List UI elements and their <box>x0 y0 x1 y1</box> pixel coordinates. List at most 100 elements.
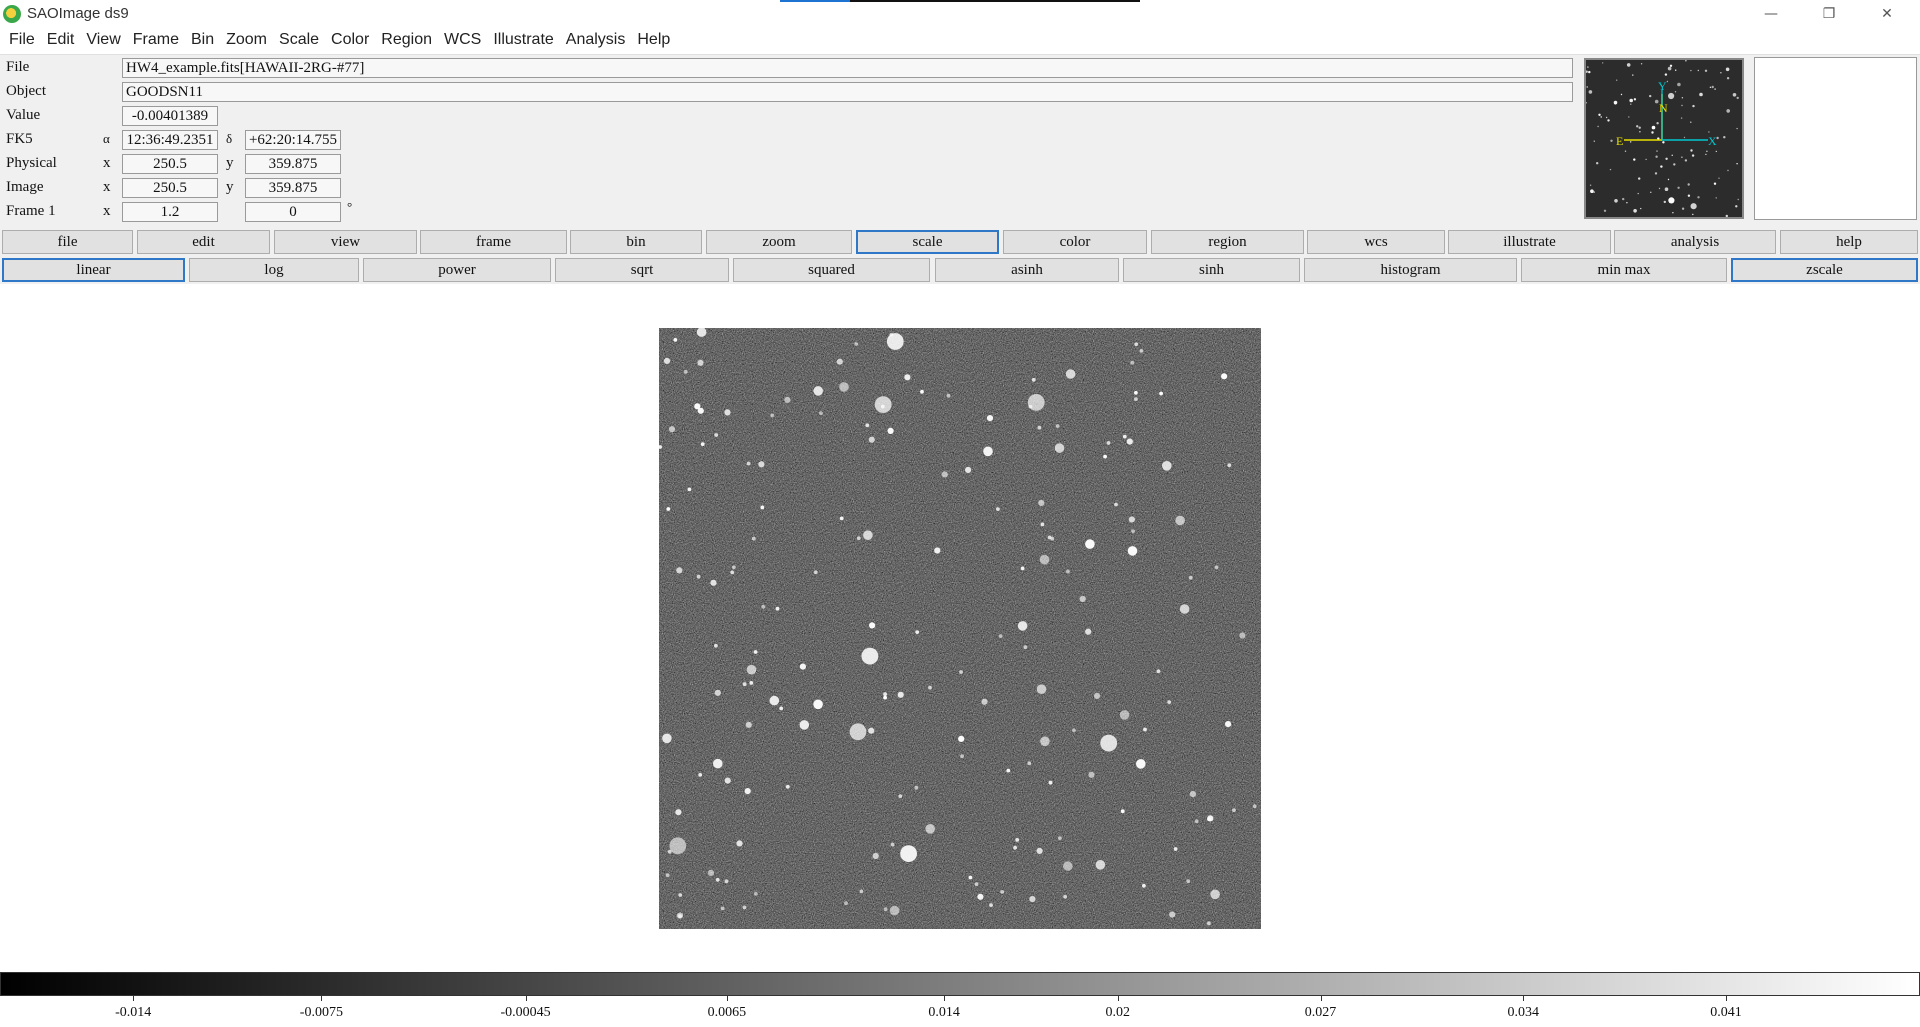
menu-bin[interactable]: Bin <box>186 29 221 53</box>
colorbar-tick <box>1726 996 1727 1001</box>
file-label: File <box>6 59 30 75</box>
colorbar-tick-label: -0.0075 <box>299 1005 343 1020</box>
compass-north-label: N <box>1659 101 1668 115</box>
btn-analysis[interactable]: analysis <box>1614 230 1776 254</box>
colorbar-tick <box>726 996 728 1001</box>
menu-help[interactable]: Help <box>632 29 677 53</box>
btn-view[interactable]: view <box>274 230 417 254</box>
colorbar-tick-label: -0.014 <box>115 1005 152 1020</box>
fits-image[interactable] <box>659 328 1261 929</box>
minimize-icon[interactable]: — <box>1742 0 1800 28</box>
fk5-label: FK5 <box>6 131 33 147</box>
ds9-app-icon <box>3 5 21 23</box>
physical-y-label: y <box>226 155 234 171</box>
value-label: Value <box>6 107 41 123</box>
menu-file[interactable]: File <box>4 29 42 53</box>
btn-illustrate[interactable]: illustrate <box>1448 230 1611 254</box>
btn-file[interactable]: file <box>2 230 133 254</box>
menu-view[interactable]: View <box>81 29 127 53</box>
panner-view[interactable]: N E X Y <box>1584 58 1744 219</box>
taskbar-accent <box>780 0 1140 2</box>
menu-wcs[interactable]: WCS <box>439 29 488 53</box>
colorbar-tick <box>1117 996 1119 1001</box>
colorbar-tick <box>525 996 527 1001</box>
frame-label: Frame 1 <box>6 203 56 219</box>
btn-minmax[interactable]: min max <box>1521 258 1727 282</box>
btn-power[interactable]: power <box>363 258 551 282</box>
colorbar-tick-label: 0.027 <box>1304 1005 1337 1020</box>
image-label: Image <box>6 179 44 195</box>
btn-frame[interactable]: frame <box>420 230 567 254</box>
fits-starfield <box>659 328 1261 929</box>
btn-sinh[interactable]: sinh <box>1123 258 1300 282</box>
colorbar-tick-label: 0.0065 <box>707 1005 747 1020</box>
menu-color[interactable]: Color <box>326 29 376 53</box>
close-icon[interactable]: ✕ <box>1858 0 1916 28</box>
colorbar-tick-label: -0.00045 <box>500 1005 551 1020</box>
delta-symbol: δ <box>226 131 233 146</box>
magnifier-view <box>1754 57 1917 220</box>
axis-y-label: Y <box>1658 79 1667 93</box>
btn-edit[interactable]: edit <box>137 230 270 254</box>
btn-zscale[interactable]: zscale <box>1731 258 1918 282</box>
btn-log[interactable]: log <box>189 258 359 282</box>
btn-linear[interactable]: linear <box>2 258 185 282</box>
colorbar-tick-label: 0.014 <box>928 1005 960 1020</box>
btn-wcs[interactable]: wcs <box>1307 230 1445 254</box>
dec-field: +62:20:14.755 <box>245 130 341 150</box>
image-y-label: y <box>226 179 234 195</box>
colorbar-tick-label: 0.034 <box>1507 1005 1540 1020</box>
object-field: GOODSN11 <box>122 82 1573 102</box>
menu-frame[interactable]: Frame <box>128 29 186 53</box>
menu-illustrate[interactable]: Illustrate <box>488 29 560 53</box>
btn-asinh[interactable]: asinh <box>935 258 1119 282</box>
colorbar-gradient[interactable] <box>0 972 1920 996</box>
btn-sqrt[interactable]: sqrt <box>555 258 729 282</box>
colorbar-tick <box>133 996 135 1001</box>
btn-help[interactable]: help <box>1780 230 1918 254</box>
object-label: Object <box>6 83 46 99</box>
degree-symbol: ° <box>347 199 353 214</box>
ds9-window: SAOImage ds9 — ❐ ✕ File Edit View Frame … <box>0 0 1920 1027</box>
compass-east-label: E <box>1616 134 1623 148</box>
frame-x-label: x <box>103 203 111 219</box>
colorbar[interactable]: -0.014 -0.0075 -0.00045 0.0065 0.014 0.02 0.02… <box>0 972 1920 1027</box>
colorbar-tick <box>1523 996 1525 1001</box>
btn-color[interactable]: color <box>1003 230 1147 254</box>
scale-button-bar: linear log power sqrt squared asinh sinh… <box>0 256 1920 284</box>
window-title: SAOImage ds9 <box>27 5 129 22</box>
physical-x-field: 250.5 <box>122 154 218 174</box>
physical-y-field: 359.875 <box>245 154 341 174</box>
colorbar-tick <box>1320 996 1322 1001</box>
image-x-field: 250.5 <box>122 178 218 198</box>
physical-x-label: x <box>103 155 111 171</box>
alpha-symbol: α <box>103 131 110 146</box>
btn-squared[interactable]: squared <box>733 258 930 282</box>
menu-bar: File Edit View Frame Bin Zoom Scale Colo… <box>0 29 1920 53</box>
restore-icon[interactable]: ❐ <box>1800 0 1858 28</box>
btn-histogram[interactable]: histogram <box>1304 258 1517 282</box>
btn-scale[interactable]: scale <box>856 230 999 254</box>
colorbar-tick <box>944 996 946 1001</box>
panner-compass: N E X Y <box>1616 79 1717 148</box>
value-field: -0.00401389 <box>122 106 218 126</box>
image-x-label: x <box>103 179 111 195</box>
frame-angle-field: 0 <box>245 202 341 222</box>
colorbar-tick-label: 0.041 <box>1710 1005 1742 1020</box>
colorbar-tick <box>321 996 323 1001</box>
physical-label: Physical <box>6 155 57 171</box>
image-y-field: 359.875 <box>245 178 341 198</box>
colorbar-tick-label: 0.02 <box>1105 1005 1131 1020</box>
btn-zoom[interactable]: zoom <box>706 230 852 254</box>
title-bar: SAOImage ds9 — ❐ ✕ <box>0 0 1920 28</box>
btn-bin[interactable]: bin <box>570 230 702 254</box>
main-button-bar: file edit view frame bin zoom scale colo… <box>0 228 1920 256</box>
menu-analysis[interactable]: Analysis <box>561 29 633 53</box>
image-display-area[interactable] <box>0 289 1920 972</box>
menu-scale[interactable]: Scale <box>274 29 326 53</box>
frame-zoom-field: 1.2 <box>122 202 218 222</box>
btn-region[interactable]: region <box>1151 230 1304 254</box>
menu-edit[interactable]: Edit <box>42 29 82 53</box>
menu-region[interactable]: Region <box>376 29 439 53</box>
menu-zoom[interactable]: Zoom <box>221 29 274 53</box>
